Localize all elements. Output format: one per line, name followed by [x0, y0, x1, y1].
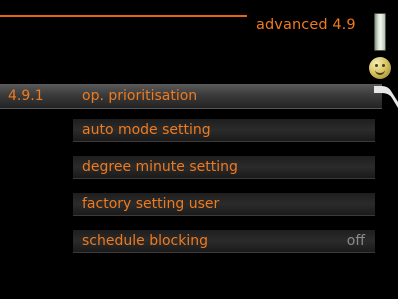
- menu-item-label: auto mode setting: [82, 122, 211, 138]
- screen: advanced 4.9 4.9.1 op. prioritisation au…: [0, 0, 398, 299]
- menu-item-factory-setting-user[interactable]: factory setting user: [73, 193, 375, 216]
- level-bar-icon: [374, 13, 386, 51]
- menu-item-label: factory setting user: [82, 196, 220, 212]
- smiley-icon: [369, 57, 391, 79]
- selection-corner-icon: [374, 86, 398, 108]
- page-title: advanced 4.9: [256, 17, 356, 33]
- menu-item-value: off: [346, 233, 365, 249]
- menu-item-degree-minute-setting[interactable]: degree minute setting: [73, 156, 375, 179]
- menu-item-schedule-blocking[interactable]: schedule blocking off: [73, 230, 375, 253]
- title-underline: [0, 15, 247, 17]
- menu-item-number: 4.9.1: [8, 88, 44, 104]
- menu-item-label: degree minute setting: [82, 159, 238, 175]
- menu-item-label: op. prioritisation: [82, 88, 198, 104]
- menu-item-op-prioritisation[interactable]: 4.9.1 op. prioritisation: [0, 84, 382, 109]
- menu-item-label: schedule blocking: [82, 233, 208, 249]
- menu-item-auto-mode-setting[interactable]: auto mode setting: [73, 119, 375, 142]
